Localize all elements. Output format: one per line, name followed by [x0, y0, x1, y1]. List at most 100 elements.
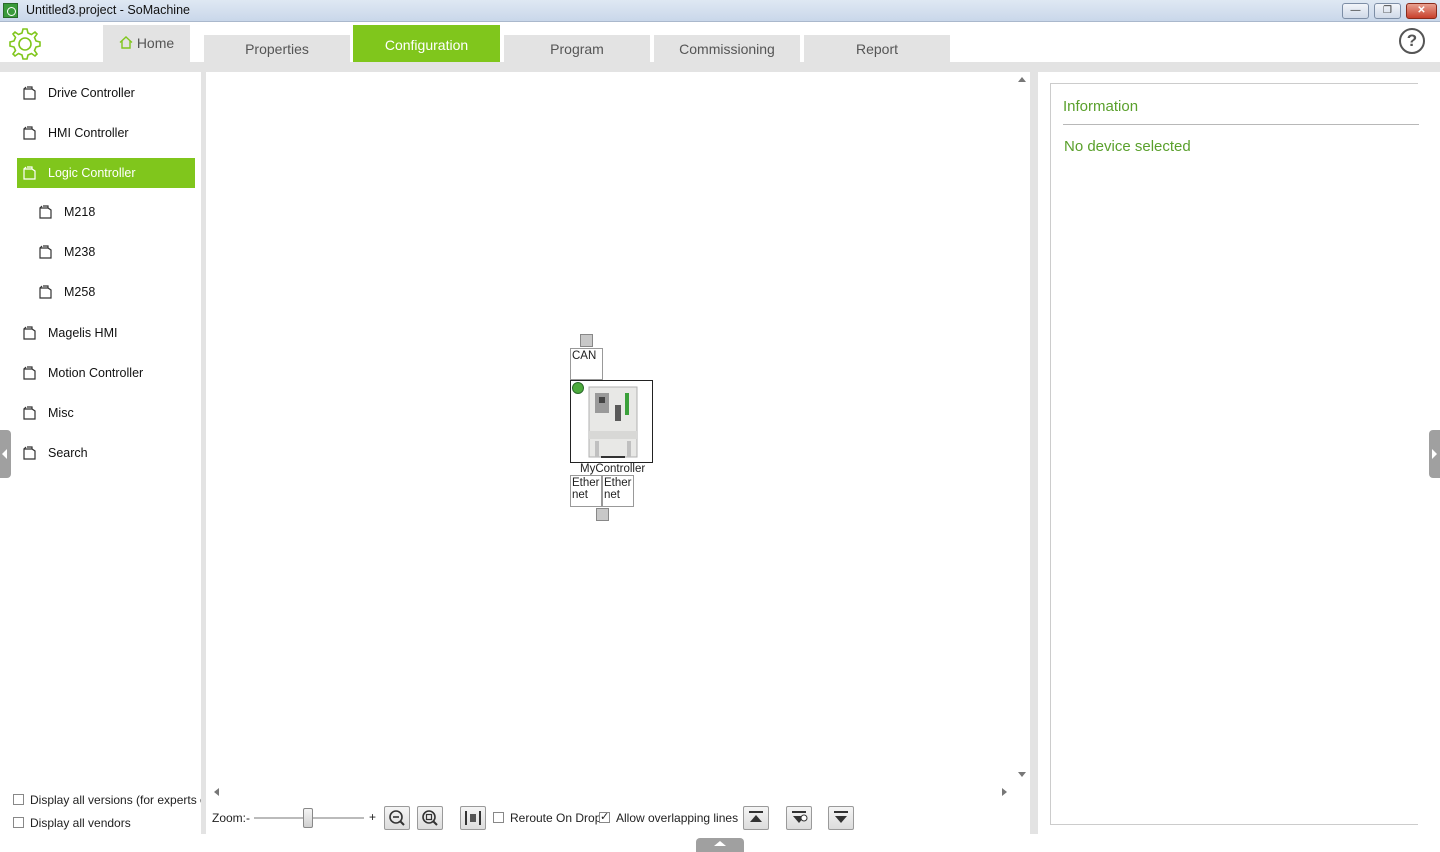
move-bottom-icon: [834, 811, 848, 823]
catalog-item-label: M218: [64, 205, 96, 219]
tab-properties[interactable]: Properties: [204, 35, 350, 62]
horizontal-scrollbar[interactable]: [206, 784, 1014, 800]
ribbon: Home Properties Configuration Program Co…: [0, 23, 1440, 62]
catalog-item-label: HMI Controller: [48, 126, 129, 140]
home-icon: [119, 36, 133, 49]
catalog-item-hmi-controller[interactable]: HMI Controller: [17, 119, 195, 147]
information-message: No device selected: [1064, 138, 1191, 155]
scroll-right-icon[interactable]: [1002, 788, 1007, 796]
canvas-toolbar: Zoom:- + Reroute On Drop Allow overlappi…: [206, 800, 1030, 834]
folder-icon: [23, 366, 36, 380]
zoom-out-button[interactable]: [384, 806, 410, 830]
zoom-fit-icon: [422, 810, 438, 826]
tab-home[interactable]: Home: [103, 25, 190, 62]
can-connector[interactable]: [580, 334, 593, 347]
catalog-item-label: Magelis HMI: [48, 326, 118, 340]
ethernet-connector[interactable]: [596, 508, 609, 521]
move-top-icon: [749, 811, 763, 822]
tab-program[interactable]: Program: [504, 35, 650, 62]
zoom-plus-label: +: [369, 810, 377, 824]
window-title: Untitled3.project - SoMachine: [26, 3, 190, 17]
catalog-item-label: Logic Controller: [48, 166, 136, 180]
expand-bottom-panel-button[interactable]: [696, 838, 744, 852]
catalog-item-motion-controller[interactable]: Motion Controller: [17, 359, 195, 387]
catalog-panel: Drive Controller HMI Controller Logic Co…: [0, 72, 213, 834]
folder-icon: [39, 285, 52, 299]
collapse-right-panel-button[interactable]: [1429, 430, 1440, 478]
app-icon: [3, 3, 18, 18]
catalog-item-m258[interactable]: M258: [33, 278, 195, 306]
catalog-item-label: Misc: [48, 406, 74, 420]
restore-button[interactable]: ❐: [1374, 3, 1401, 19]
zoom-out-icon: [389, 810, 405, 826]
catalog-item-label: Search: [48, 446, 88, 460]
checkbox-label: Reroute On Drop: [510, 811, 602, 825]
tab-commissioning[interactable]: Commissioning: [654, 35, 800, 62]
zoom-label: Zoom:-: [212, 811, 251, 825]
folder-icon: [23, 406, 36, 420]
zoom-fit-button[interactable]: [417, 806, 443, 830]
catalog-item-logic-controller[interactable]: Logic Controller: [17, 158, 195, 188]
help-icon[interactable]: ?: [1399, 28, 1425, 54]
vertical-scrollbar[interactable]: [1014, 72, 1030, 784]
ethernet-port-2-label-line2: net: [604, 489, 620, 501]
display-all-vendors-checkbox[interactable]: Display all vendors: [13, 816, 131, 830]
align-button[interactable]: [460, 806, 486, 830]
gear-logo-icon[interactable]: [6, 26, 42, 62]
catalog-item-magelis-hmi[interactable]: Magelis HMI: [17, 319, 195, 347]
folder-icon: [23, 86, 36, 100]
ethernet-port-1-label-line2: net: [572, 489, 588, 501]
checkbox-box[interactable]: [599, 810, 610, 823]
controller-device[interactable]: [570, 380, 653, 463]
folder-icon: [39, 245, 52, 259]
catalog-item-label: Drive Controller: [48, 86, 135, 100]
checkbox-label: Allow overlapping lines: [616, 811, 739, 825]
close-button[interactable]: ✕: [1406, 3, 1437, 19]
title-bar: Untitled3.project - SoMachine — ❐ ✕: [0, 0, 1440, 22]
information-panel: Information No device selected: [1050, 83, 1419, 825]
allow-overlapping-lines-checkbox[interactable]: Allow overlapping lines: [599, 810, 739, 825]
catalog-item-drive-controller[interactable]: Drive Controller: [17, 79, 195, 107]
move-to-bottom-button[interactable]: [828, 806, 854, 830]
display-all-versions-checkbox[interactable]: Display all versions (for experts on: [13, 793, 213, 807]
can-port-label: CAN: [572, 350, 597, 362]
collapse-left-panel-button[interactable]: [0, 430, 11, 478]
catalog-item-label: Motion Controller: [48, 366, 144, 380]
catalog-item-misc[interactable]: Misc: [17, 399, 195, 427]
scroll-down-icon[interactable]: [1018, 772, 1026, 777]
checkbox-label: Display all versions (for experts on: [30, 793, 214, 807]
divider: [1063, 124, 1419, 125]
controller-image: [588, 386, 638, 458]
checkbox-box[interactable]: [13, 794, 24, 805]
insert-level-button[interactable]: [786, 806, 812, 830]
catalog-item-search[interactable]: Search: [17, 439, 195, 467]
right-splitter[interactable]: [1030, 72, 1038, 834]
insert-level-icon: [792, 811, 808, 823]
status-indicator-icon: [572, 382, 584, 394]
device-name-label: MyController: [580, 463, 646, 475]
catalog-item-m218[interactable]: M218: [33, 198, 195, 226]
ethernet-port-2-label-line1: Ether: [604, 477, 632, 489]
tab-report[interactable]: Report: [804, 35, 950, 62]
checkbox-box[interactable]: [13, 817, 24, 828]
move-to-top-button[interactable]: [743, 806, 769, 830]
checkbox-box[interactable]: [493, 812, 504, 823]
folder-icon: [39, 205, 52, 219]
ethernet-port-1-label-line1: Ether: [572, 477, 600, 489]
tab-home-label: Home: [136, 35, 175, 51]
tab-configuration[interactable]: Configuration: [353, 25, 500, 62]
folder-icon: [23, 126, 36, 140]
information-title: Information: [1063, 98, 1139, 115]
distribute-icon: [465, 811, 481, 825]
reroute-on-drop-checkbox[interactable]: Reroute On Drop: [493, 811, 601, 825]
catalog-item-m238[interactable]: M238: [33, 238, 195, 266]
scroll-up-icon[interactable]: [1018, 77, 1026, 82]
scroll-left-icon[interactable]: [214, 788, 219, 796]
minimize-button[interactable]: —: [1342, 3, 1369, 19]
ribbon-divider: [0, 62, 1440, 72]
zoom-slider-thumb[interactable]: [303, 808, 313, 828]
folder-icon: [23, 166, 36, 180]
catalog-item-label: M238: [64, 245, 96, 259]
catalog-item-label: M258: [64, 285, 96, 299]
folder-icon: [23, 326, 36, 340]
